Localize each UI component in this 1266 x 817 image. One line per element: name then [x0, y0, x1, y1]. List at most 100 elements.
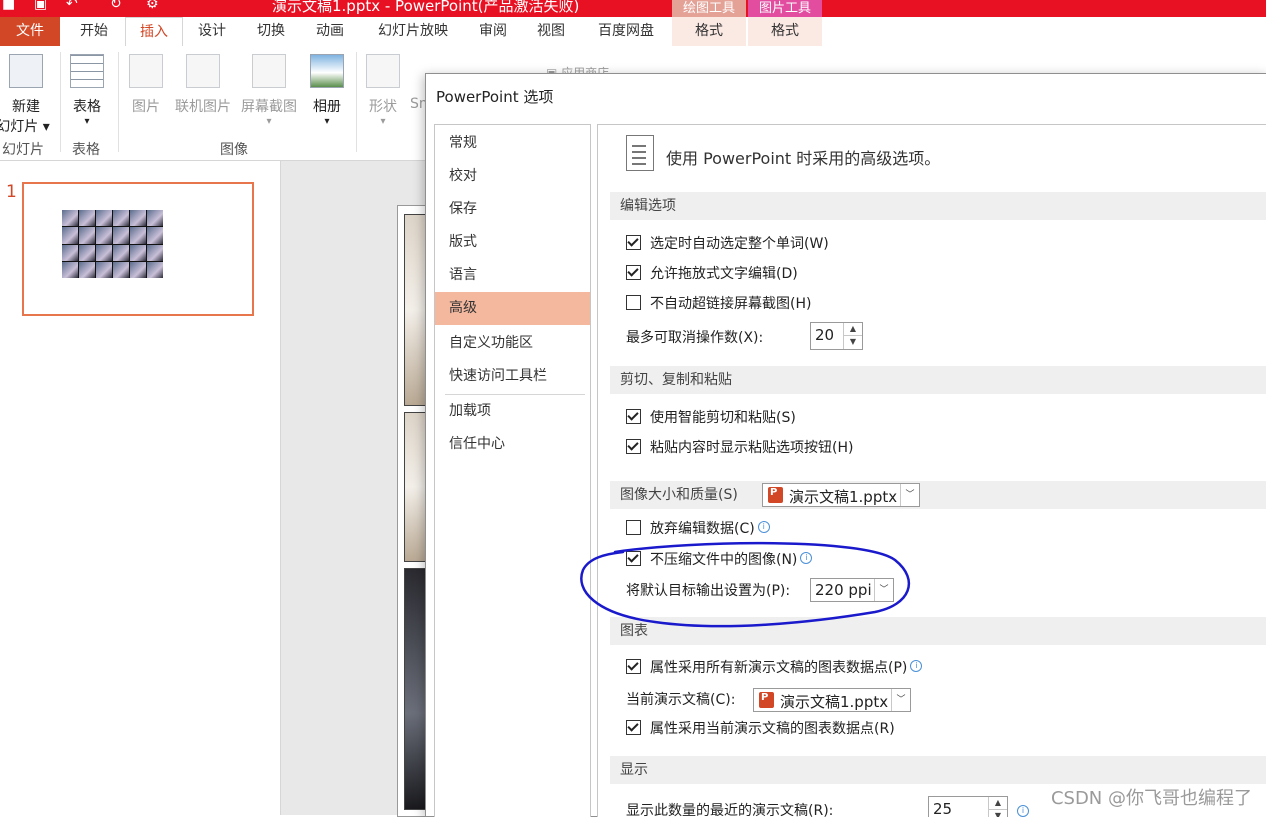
album-icon	[310, 54, 344, 88]
checkbox-icon[interactable]	[626, 659, 641, 674]
option-label: 选定时自动选定整个单词(W)	[650, 236, 829, 252]
nav-layout[interactable]: 版式	[435, 226, 590, 259]
nav-customize-ribbon[interactable]: 自定义功能区	[435, 327, 590, 360]
chevron-down-icon[interactable]: ﹀	[891, 689, 910, 711]
option-discard-editing-data[interactable]: 放弃编辑数据(C) i	[626, 518, 770, 540]
checkbox-icon[interactable]	[626, 720, 641, 735]
checkbox-icon[interactable]	[626, 409, 641, 424]
table-icon	[70, 54, 104, 88]
group-slides-label: 幻灯片	[2, 142, 44, 158]
undo-count-value[interactable]: 20	[815, 326, 834, 344]
screenshot-label: 屏幕截图	[241, 99, 297, 115]
current-presentation-select[interactable]: 演示文稿1.pptx ﹀	[753, 688, 911, 712]
nav-general[interactable]: 常规	[435, 127, 590, 160]
spinner-arrows[interactable]: ▲ ▼	[843, 323, 862, 349]
pptx-file-icon	[759, 692, 774, 708]
options-nav: 常规 校对 保存 版式 语言 高级 自定义功能区 快速访问工具栏 加载项 信任中…	[434, 124, 591, 817]
tab-insert[interactable]: 插入	[125, 17, 183, 48]
tab-picture-format[interactable]: 格式	[748, 17, 822, 46]
option-label: 属性采用所有新演示文稿的图表数据点(P)	[650, 660, 908, 676]
checkbox-icon[interactable]	[626, 295, 641, 310]
checkbox-icon[interactable]	[626, 235, 641, 250]
recent-count-value[interactable]: 25	[933, 800, 952, 817]
spin-down-icon[interactable]: ▼	[844, 336, 862, 348]
option-label: 属性采用当前演示文稿的图表数据点(R)	[650, 721, 895, 737]
new-slide-label-1: 新建	[12, 99, 40, 115]
section-editing-options: 编辑选项	[610, 192, 1266, 220]
tab-animations[interactable]: 动画	[302, 17, 358, 46]
options-content: 使用 PowerPoint 时采用的高级选项。 编辑选项 选定时自动选定整个单词…	[597, 124, 1266, 817]
group-separator	[60, 52, 61, 152]
option-auto-select-word[interactable]: 选定时自动选定整个单词(W)	[626, 233, 829, 255]
recent-presentations-spinner[interactable]: 25 ▲ ▼	[928, 796, 1008, 817]
chevron-down-icon: ▾	[324, 116, 330, 127]
pptx-file-icon	[768, 487, 783, 503]
nav-add-ins[interactable]: 加载项	[435, 395, 590, 428]
option-label: 放弃编辑数据(C)	[650, 521, 755, 537]
image-quality-file-select[interactable]: 演示文稿1.pptx ﹀	[762, 483, 920, 507]
csdn-watermark: CSDN @你飞哥也编程了	[1050, 788, 1252, 809]
nav-language[interactable]: 语言	[435, 259, 590, 292]
nav-advanced[interactable]: 高级	[435, 292, 590, 325]
shapes-label: 形状	[369, 99, 397, 115]
option-chart-properties-all-new[interactable]: 属性采用所有新演示文稿的图表数据点(P) i	[626, 657, 923, 679]
option-drag-drop-text[interactable]: 允许拖放式文字编辑(D)	[626, 263, 798, 285]
chevron-down-icon: ▾	[380, 116, 386, 127]
spin-down-icon[interactable]: ▼	[989, 810, 1007, 817]
option-label: 使用智能剪切和粘贴(S)	[650, 410, 796, 426]
tab-home[interactable]: 开始	[64, 17, 124, 46]
tab-baidu-netdisk[interactable]: 百度网盘	[584, 17, 668, 46]
nav-quick-access-toolbar[interactable]: 快速访问工具栏	[435, 360, 590, 393]
checkbox-icon[interactable]	[626, 439, 641, 454]
save-icon[interactable]: ▣	[34, 0, 47, 12]
tab-transitions[interactable]: 切换	[243, 17, 299, 46]
nav-proofing[interactable]: 校对	[435, 160, 590, 193]
album-button[interactable]: 相册 ▾	[306, 54, 348, 127]
checkbox-icon[interactable]	[626, 265, 641, 280]
section-display: 显示	[610, 756, 1266, 784]
tab-design[interactable]: 设计	[184, 17, 240, 46]
undo-count-label: 最多可取消操作数(X):	[626, 330, 764, 346]
new-slide-icon	[9, 54, 43, 88]
nav-save[interactable]: 保存	[435, 193, 590, 226]
option-chart-properties-current[interactable]: 属性采用当前演示文稿的图表数据点(R)	[626, 718, 895, 740]
undo-icon[interactable]: ↶	[66, 0, 78, 12]
spinner-arrows[interactable]: ▲ ▼	[988, 797, 1007, 817]
tab-file[interactable]: 文件	[0, 17, 60, 46]
shapes-button[interactable]: 形状 ▾	[362, 54, 404, 127]
tab-slideshow[interactable]: 幻灯片放映	[364, 17, 462, 46]
screenshot-button[interactable]: 屏幕截图 ▾	[238, 54, 300, 127]
content-header: 使用 PowerPoint 时采用的高级选项。	[666, 149, 941, 168]
option-smart-cut-paste[interactable]: 使用智能剪切和粘贴(S)	[626, 407, 796, 429]
slide-thumbnail[interactable]	[22, 182, 254, 316]
option-no-auto-hyperlink-screenshot[interactable]: 不自动超链接屏幕截图(H)	[626, 293, 811, 315]
spin-up-icon[interactable]: ▲	[989, 797, 1007, 810]
option-label: 不自动超链接屏幕截图(H)	[650, 296, 812, 312]
drawing-tools-header: 绘图工具	[672, 0, 746, 17]
table-button[interactable]: 表格 ▾	[66, 54, 108, 127]
nav-trust-center[interactable]: 信任中心	[435, 428, 590, 461]
spin-up-icon[interactable]: ▲	[844, 323, 862, 336]
option-label: 允许拖放式文字编辑(D)	[650, 266, 798, 282]
tab-drawing-format[interactable]: 格式	[672, 17, 746, 46]
option-show-paste-options[interactable]: 粘贴内容时显示粘贴选项按钮(H)	[626, 437, 853, 459]
chevron-down-icon[interactable]: ﹀	[900, 484, 919, 506]
tab-view[interactable]: 视图	[524, 17, 578, 46]
online-picture-button[interactable]: 联机图片	[172, 54, 234, 116]
new-slide-button[interactable]: 新建 幻灯片 ▾	[0, 54, 52, 136]
undo-count-spinner[interactable]: 20 ▲ ▼	[810, 322, 863, 350]
album-label: 相册	[313, 99, 341, 115]
tab-review[interactable]: 审阅	[466, 17, 520, 46]
title-bar: ■ ▣ ↶ ↻ ⚙ 演示文稿1.pptx - PowerPoint(产品激活失败…	[0, 0, 1266, 17]
ribbon-tabs: 文件 开始 插入 设计 切换 动画 幻灯片放映 审阅 视图 百度网盘 格式 格式	[0, 17, 1266, 48]
section-image-size-quality: 图像大小和质量(S)	[610, 481, 1266, 509]
picture-label: 图片	[132, 99, 160, 115]
picture-button[interactable]: 图片	[126, 54, 166, 116]
info-icon: i	[757, 521, 770, 533]
customize-qat-icon[interactable]: ⚙	[146, 0, 159, 12]
picture-icon	[129, 54, 163, 88]
group-tables-label: 表格	[72, 142, 100, 158]
redo-icon[interactable]: ↻	[110, 0, 122, 12]
app-icon: ■	[2, 0, 16, 12]
checkbox-icon[interactable]	[626, 520, 641, 535]
